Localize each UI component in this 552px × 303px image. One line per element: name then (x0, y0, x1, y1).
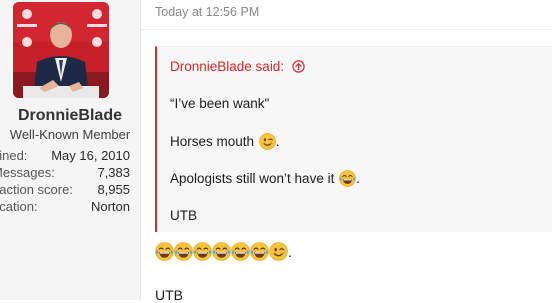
user-title: Well-Known Member (9, 127, 131, 142)
user-sidebar: DronnieBlade Well-Known Member oined: Ma… (0, 0, 141, 300)
quote-line: UTB (170, 208, 197, 223)
stat-value: 8,955 (97, 182, 130, 197)
tears-of-joy-icon (193, 242, 212, 261)
quote-line: Apologists still won’t have it . (170, 170, 360, 187)
post-main: Today at 12:56 PM DronnieBlade said: “I’… (141, 0, 552, 303)
post-divider (141, 29, 552, 30)
stat-label: ocation: (0, 199, 38, 214)
tears-of-joy-icon (339, 170, 356, 187)
quote-author-label[interactable]: DronnieBlade said: (170, 59, 284, 74)
quote-text: “I’ve been wank" (170, 96, 270, 111)
reply-closing-text: UTB (155, 287, 183, 303)
stat-label: Messages: (0, 165, 55, 180)
username[interactable]: DronnieBlade (0, 107, 140, 125)
quote-author-link[interactable]: DronnieBlade said: (170, 59, 305, 76)
stat-reaction-score: eaction score: 8,955 (0, 180, 140, 197)
tears-of-joy-icon (250, 242, 269, 261)
quote-text-suffix: . (356, 171, 360, 186)
stat-value[interactable]: 7,383 (97, 165, 130, 180)
quote-line: “I’ve been wank" (170, 96, 269, 111)
winking-face-icon (269, 242, 288, 261)
winking-face-icon (258, 133, 276, 150)
tears-of-joy-icon (155, 242, 174, 261)
quote-text: UTB (170, 208, 197, 223)
stat-value[interactable]: Norton (91, 199, 130, 214)
stat-label: eaction score: (0, 182, 73, 197)
reply-suffix: . (288, 244, 292, 260)
user-stats: oined: May 16, 2010 Messages: 7,383 eact… (0, 146, 140, 214)
avatar[interactable] (13, 2, 109, 98)
quote-line: Horses mouth . (170, 133, 280, 150)
tears-of-joy-icon (212, 242, 231, 261)
quote-block: DronnieBlade said: “I’ve been wank" Hors… (155, 46, 552, 232)
quote-text-suffix: . (275, 134, 280, 149)
tears-of-joy-icon (174, 242, 193, 261)
stat-label: oined: (0, 148, 28, 163)
stat-location: ocation: Norton (0, 197, 140, 214)
arrow-up-icon[interactable] (292, 60, 305, 76)
stat-messages: Messages: 7,383 (0, 163, 140, 180)
stat-value: May 16, 2010 (51, 148, 130, 163)
stat-joined: oined: May 16, 2010 (0, 146, 140, 163)
quote-text: Apologists still won’t have it (170, 171, 339, 186)
post-timestamp[interactable]: Today at 12:56 PM (155, 5, 259, 19)
quote-text: Horses mouth (170, 134, 258, 149)
reply-emoji-row: . (155, 242, 292, 262)
tears-of-joy-icon (231, 242, 250, 261)
